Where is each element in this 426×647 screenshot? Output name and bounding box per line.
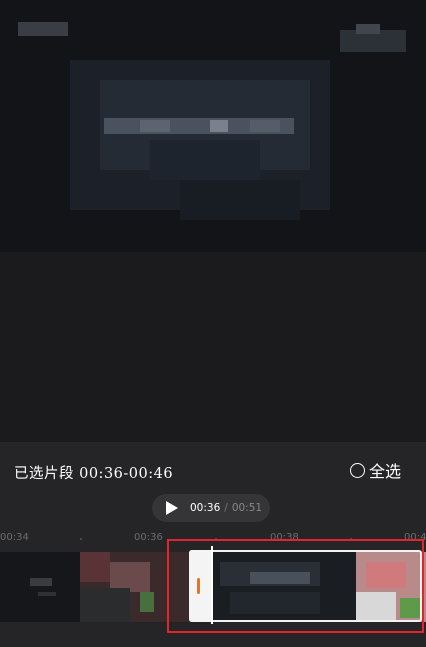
preview-pixel [356, 24, 380, 34]
current-time: 00:36 [190, 502, 221, 514]
radio-circle-icon[interactable] [350, 462, 365, 478]
thumbnail-detail [80, 552, 110, 582]
preview-pixel [150, 140, 260, 180]
trim-handle-left[interactable] [189, 550, 211, 622]
thumbnail-detail [38, 592, 56, 596]
time-separator: / [224, 502, 228, 514]
selection-frame [189, 550, 422, 622]
thumbnail-detail [30, 578, 52, 586]
ruler-dot [215, 538, 217, 540]
select-all-label: 全选 [369, 462, 402, 481]
play-icon[interactable] [166, 501, 178, 515]
ruler-tick: 00:34 [0, 532, 29, 543]
thumbnail [0, 552, 80, 622]
preview-pixel [210, 120, 228, 132]
playhead[interactable] [211, 546, 213, 624]
preview-pixel [180, 180, 300, 220]
ruler-tick: 00:36 [134, 532, 163, 543]
preview-pixel [250, 120, 280, 132]
ruler-dot [80, 538, 82, 540]
ruler-dot [350, 538, 352, 540]
handle-grip-icon [197, 578, 200, 594]
timeline-ruler: 00:34 00:36 00:38 00:4 [0, 528, 426, 548]
preview-pixel [140, 120, 170, 132]
thumbnail-detail [80, 588, 130, 622]
thumbnail [80, 552, 190, 622]
empty-area [0, 252, 426, 442]
preview-pixel [18, 22, 68, 36]
thumbnail-detail [140, 592, 154, 612]
ruler-tick: 00:38 [270, 532, 299, 543]
ruler-tick: 00:4 [404, 532, 426, 543]
total-time: 00:51 [231, 502, 263, 514]
select-all-toggle[interactable]: 全选 [350, 458, 401, 482]
playback-control: 00:36 / 00:51 [152, 494, 270, 522]
video-preview[interactable] [0, 0, 426, 252]
selected-segment-label: 已选片段 00:36-00:46 [14, 466, 174, 482]
